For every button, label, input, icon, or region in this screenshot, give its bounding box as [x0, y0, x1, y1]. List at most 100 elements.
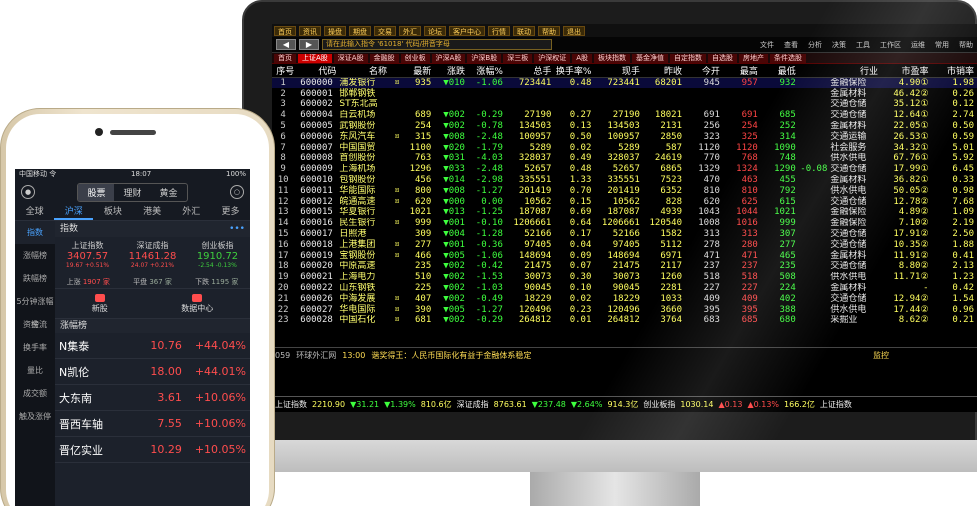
column-header[interactable]: 总手: [505, 64, 555, 78]
column-header[interactable]: 涨幅%: [467, 64, 506, 78]
top-menu-item[interactable]: 行情: [488, 25, 510, 36]
side-menu-item[interactable]: 成交额: [15, 382, 55, 405]
table-row[interactable]: 2 600001 邯郸钢铁 金属材料 46.42② 0.26: [272, 88, 977, 99]
table-row[interactable]: 12 600012 皖通高速 ¤ 620 ▼000 0.00 10562 0.15 10562 82…: [272, 196, 977, 207]
market-tab[interactable]: 沪深B股: [467, 53, 502, 63]
menu-item[interactable]: 决策: [832, 40, 846, 50]
menu-item[interactable]: 分析: [808, 40, 822, 50]
menu-item[interactable]: 工作区: [880, 40, 901, 50]
market-tab[interactable]: 深三板: [503, 53, 533, 63]
mobile-tab[interactable]: 板块: [93, 204, 132, 220]
quick-entry[interactable]: 新股: [92, 293, 108, 314]
market-tab[interactable]: 沪深A股: [431, 53, 466, 63]
column-header[interactable]: 涨跌: [434, 64, 468, 78]
mobile-tab[interactable]: 更多: [211, 204, 250, 220]
column-header[interactable]: 市盈率: [880, 64, 932, 78]
top-menu-item[interactable]: 退出: [563, 25, 585, 36]
list-item[interactable]: 晋亿实业 10.29 +10.05%: [55, 437, 250, 463]
mobile-tab[interactable]: 全球: [15, 204, 54, 220]
table-row[interactable]: 4 600004 白云机场 689 ▼002 -0.29 27190 0.27 27190 180…: [272, 110, 977, 121]
side-menu-item[interactable]: 跌幅榜: [15, 267, 55, 290]
menu-item[interactable]: 工具: [856, 40, 870, 50]
table-row[interactable]: 15 600017 日照港 309 ▼004 -1.28 52166 0.17 52166 158…: [272, 229, 977, 240]
side-menu-item[interactable]: 指数: [15, 221, 55, 244]
side-menu-item[interactable]: 5分钟涨幅榜: [15, 290, 55, 329]
top-menu-item[interactable]: 资讯: [299, 25, 321, 36]
more-icon[interactable]: •••: [229, 221, 245, 237]
table-row[interactable]: 5 600005 武钢股份 254 ▼002 -0.78 134503 0.13 134503 2…: [272, 121, 977, 132]
mobile-tab[interactable]: 沪深: [54, 204, 94, 220]
forward-button[interactable]: ▶: [299, 39, 319, 50]
table-row[interactable]: 22 600027 华电国际 ¤ 390 ▼005 -1.27 120496 0.23 12049…: [272, 304, 977, 315]
column-header[interactable]: 最高: [722, 64, 761, 78]
table-row[interactable]: 16 600018 上港集团 ¤ 277 ▼001 -0.36 97405 0.04 97405 5…: [272, 239, 977, 250]
monitor-label[interactable]: 监控: [873, 350, 889, 361]
table-row[interactable]: 1 600000 浦发银行 ¤ 935 ▼010 -1.06 723441 0.48 723441…: [272, 77, 977, 89]
market-tab[interactable]: 板块指数: [594, 53, 630, 63]
market-tab[interactable]: 金融股: [369, 53, 399, 63]
segment-2[interactable]: 黄金: [151, 184, 187, 201]
news-ticker[interactable]: 059 环球外汇网 13:00 谐奖得王：人民币国际化有益于金融体系稳定 监控: [272, 347, 977, 362]
user-icon[interactable]: ●: [21, 185, 35, 199]
news-headline[interactable]: 谐奖得王：人民币国际化有益于金融体系稳定: [371, 350, 531, 361]
index-name[interactable]: 深证成指: [457, 399, 489, 410]
market-tab[interactable]: 房地产: [739, 53, 768, 63]
market-tab[interactable]: 深证A股: [333, 53, 368, 63]
index-name[interactable]: 上证指数: [275, 399, 307, 410]
top-menu-item[interactable]: 联动: [513, 25, 535, 36]
table-row[interactable]: 3 600002 ST东北高 交通仓储 35.12① 0.12: [272, 99, 977, 110]
menu-item[interactable]: 常用: [935, 40, 949, 50]
market-tab[interactable]: A股: [572, 53, 592, 63]
mobile-tab[interactable]: 港美: [133, 204, 172, 220]
column-header[interactable]: 名称: [339, 64, 390, 78]
table-row[interactable]: 18 600020 中原高速 235 ▼002 -0.42 21475 0.07 21475 21…: [272, 261, 977, 272]
side-menu-item[interactable]: 涨幅榜: [15, 244, 55, 267]
table-row[interactable]: 7 600007 中国国贸 1100 ▼020 -1.79 5289 0.02 5289 587 1…: [272, 142, 977, 153]
command-input[interactable]: 请在此输入指令 '61018' 代码/拼音字母: [322, 39, 552, 50]
column-header[interactable]: 现手: [594, 64, 643, 78]
search-icon[interactable]: ○: [229, 185, 244, 199]
column-header[interactable]: 最低: [760, 64, 799, 78]
table-row[interactable]: 6 600006 东风汽车 ¤ 315 ▼008 -2.48 100957 0.50 100957…: [272, 131, 977, 142]
quick-entry[interactable]: 数据中心: [181, 293, 213, 314]
market-tab[interactable]: 条件选股: [770, 53, 806, 63]
table-row[interactable]: 8 600008 首创股份 763 ▼031 -4.03 328037 0.49 328037 2…: [272, 153, 977, 164]
index-card[interactable]: 上证指数 3407.57 19.67 +0.51%: [55, 237, 120, 275]
top-menu-item[interactable]: 期盘: [349, 25, 371, 36]
market-tab[interactable]: 上证A股: [298, 53, 332, 63]
top-menu-item[interactable]: 帮助: [538, 25, 560, 36]
segment-1[interactable]: 理财: [114, 184, 150, 201]
table-row[interactable]: 20 600022 山东钢铁 225 ▼002 -1.03 90045 0.10 90045 22…: [272, 283, 977, 294]
menu-item[interactable]: 文件: [760, 40, 774, 50]
table-row[interactable]: 13 600015 华夏银行 1021 ▼013 -1.25 187087 0.69 18708…: [272, 207, 977, 218]
table-row[interactable]: 11 600011 华能国际 ¤ 800 ▼008 -1.27 201419 0.70 20141…: [272, 185, 977, 196]
index-card[interactable]: 深证成指 11461.28 24.07 +0.21%: [120, 237, 185, 275]
table-row[interactable]: 17 600019 宝钢股份 ¤ 466 ▼005 -1.06 148694 0.09 14869…: [272, 250, 977, 261]
table-row[interactable]: 10 600010 包钢股份 456 ▼014 -2.98 335551 1.33 335551…: [272, 175, 977, 186]
segment-0[interactable]: 股票: [78, 183, 115, 201]
column-header[interactable]: 最新: [402, 64, 435, 78]
menu-item[interactable]: 运维: [911, 40, 925, 50]
column-header[interactable]: [390, 64, 403, 78]
side-menu-item[interactable]: 量比: [15, 359, 55, 382]
column-header[interactable]: 代码: [297, 64, 340, 78]
table-row[interactable]: 23 600028 中国石化 ¤ 681 ▼002 -0.29 264812 0.01 26481…: [272, 315, 977, 326]
column-header[interactable]: 今开: [685, 64, 723, 78]
list-item[interactable]: N集泰 10.76 +44.04%: [55, 333, 250, 359]
column-header[interactable]: 换手率%: [554, 64, 595, 78]
column-header[interactable]: 市销率: [931, 64, 977, 78]
column-header[interactable]: 序号: [272, 64, 298, 78]
column-header[interactable]: 行业: [830, 64, 881, 78]
table-row[interactable]: 9 600009 上海机场 1296 ▼033 -2.48 52657 0.48 52657 68…: [272, 164, 977, 175]
market-tab[interactable]: 沪深权证: [534, 53, 571, 63]
table-row[interactable]: 14 600016 民生银行 ¤ 999 ▼001 -0.10 1206661 0.64 1206…: [272, 218, 977, 229]
list-item[interactable]: 晋西车轴 7.55 +10.06%: [55, 411, 250, 437]
mobile-tab[interactable]: 外汇: [172, 204, 211, 220]
market-tab[interactable]: 首页: [274, 53, 296, 63]
menu-item[interactable]: 帮助: [959, 40, 973, 50]
back-button[interactable]: ◀: [276, 39, 296, 50]
index-name[interactable]: 创业板指: [643, 399, 675, 410]
top-menu-item[interactable]: 交易: [374, 25, 396, 36]
top-menu-item[interactable]: 首页: [274, 25, 296, 36]
table-row[interactable]: 19 600021 上海电力 510 ▼002 -1.53 30073 0.30 30073 12…: [272, 272, 977, 283]
